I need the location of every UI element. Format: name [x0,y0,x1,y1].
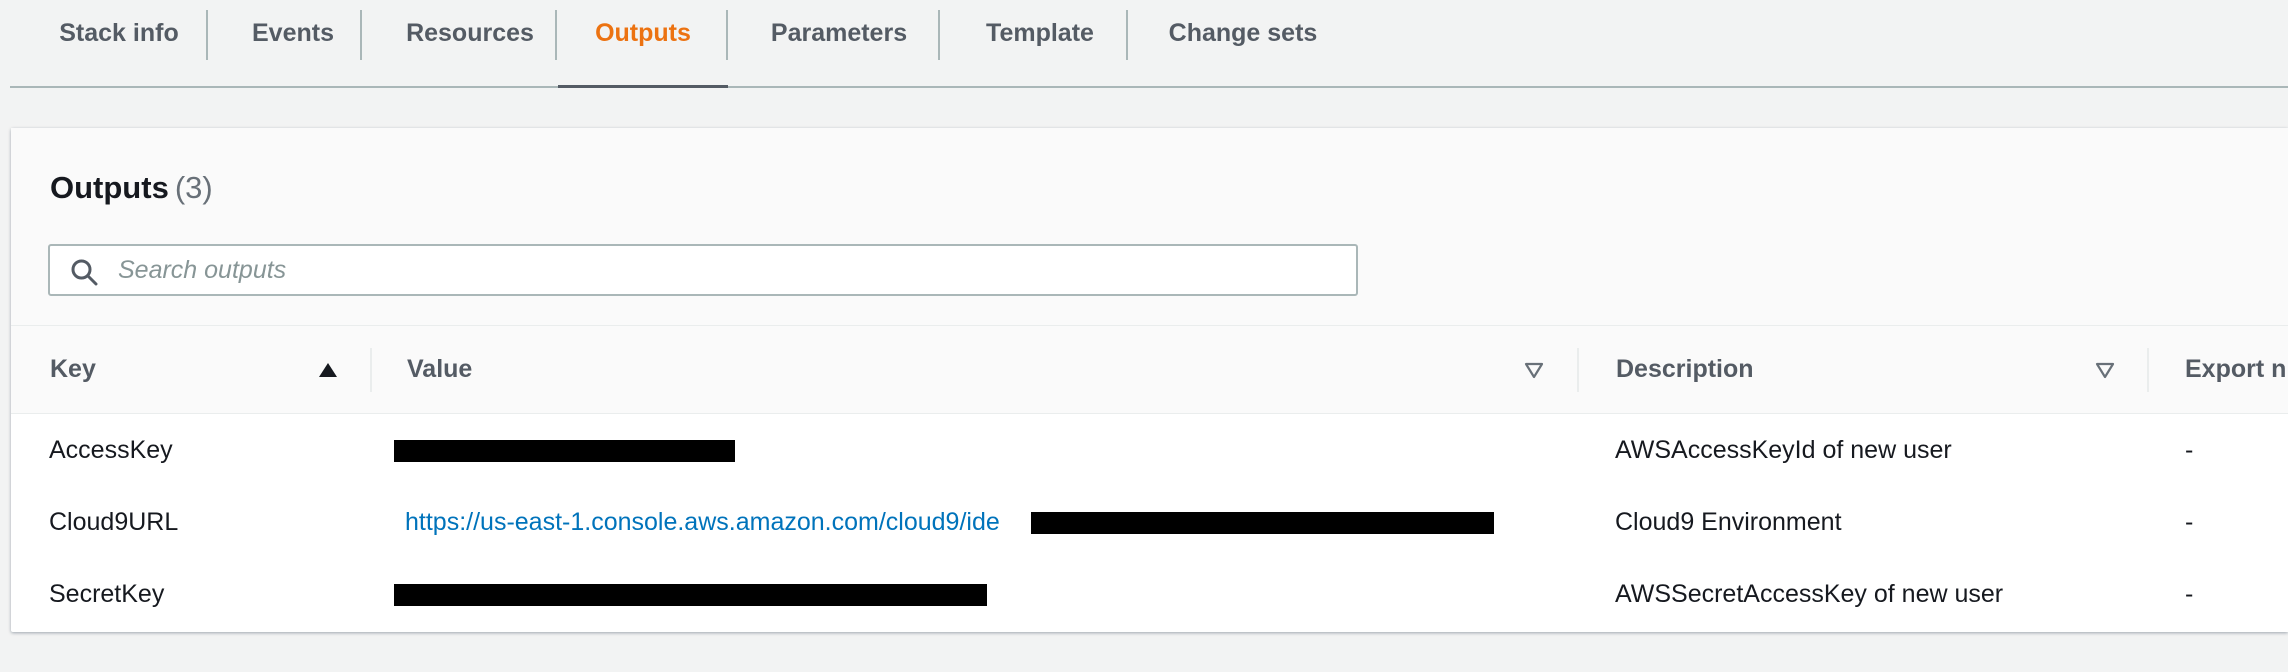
search-input[interactable] [118,246,1318,294]
cell-export-name: - [2185,436,2194,464]
column-divider [370,348,372,392]
column-header-value[interactable]: Value [407,326,472,413]
tab-divider [206,10,208,60]
sort-unsorted-icon[interactable] [1523,360,1545,380]
search-icon [71,259,98,286]
column-header-description[interactable]: Description [1616,326,1754,413]
panel-count: (3) [174,170,213,205]
cell-key: Cloud9URL [49,508,179,536]
cell-description: AWSSecretAccessKey of new user [1615,580,2004,608]
sort-ascending-icon[interactable] [317,360,339,380]
panel-title-text: Outputs [50,170,169,205]
table-row: Cloud9URL https://us-east-1.console.aws.… [11,486,2288,559]
column-divider [2147,348,2149,392]
tab-parameters[interactable]: Parameters [754,0,924,86]
tab-divider [726,10,728,60]
tab-outputs[interactable]: Outputs [558,0,728,88]
cell-value: https://us-east-1.console.aws.amazon.com… [405,486,1000,558]
redacted-value [394,440,735,462]
panel-title: Outputs (3) [50,170,213,206]
table-row: SecretKey AWSSecretAccessKey of new user… [11,558,2288,630]
redacted-value [394,584,987,606]
tab-divider [938,10,940,60]
tab-events[interactable]: Events [238,0,348,86]
tab-divider [1126,10,1128,60]
cell-key: AccessKey [49,436,173,464]
cloud9-url-link[interactable]: https://us-east-1.console.aws.amazon.com… [405,508,1000,536]
search-box[interactable] [48,244,1358,296]
redacted-value [1031,512,1494,534]
tab-divider [555,10,557,60]
outputs-panel: Outputs(3) Key Value Description Export … [11,128,2288,632]
panel-header: Outputs (3) [11,128,2288,326]
cell-description: AWSAccessKeyId of new user [1615,436,1952,464]
column-divider [1577,348,1579,392]
tab-divider [360,10,362,60]
table-header: Key Value Description Export n [11,326,2288,414]
tab-change-sets[interactable]: Change sets [1158,0,1328,86]
cell-export-name: - [2185,508,2194,536]
cell-description: Cloud9 Environment [1615,508,1842,536]
column-header-export-name[interactable]: Export n [2185,326,2286,413]
cell-key: SecretKey [49,580,165,608]
tab-bar: Stack info Events Resources Outputs Para… [10,0,2288,88]
tab-template[interactable]: Template [970,0,1110,86]
cell-export-name: - [2185,580,2194,608]
table-row: AccessKey AWSAccessKeyId of new user - [11,414,2288,487]
sort-unsorted-icon[interactable] [2094,360,2116,380]
tab-resources[interactable]: Resources [390,0,550,86]
column-header-key[interactable]: Key [50,326,96,413]
tab-stack-info[interactable]: Stack info [49,0,189,86]
